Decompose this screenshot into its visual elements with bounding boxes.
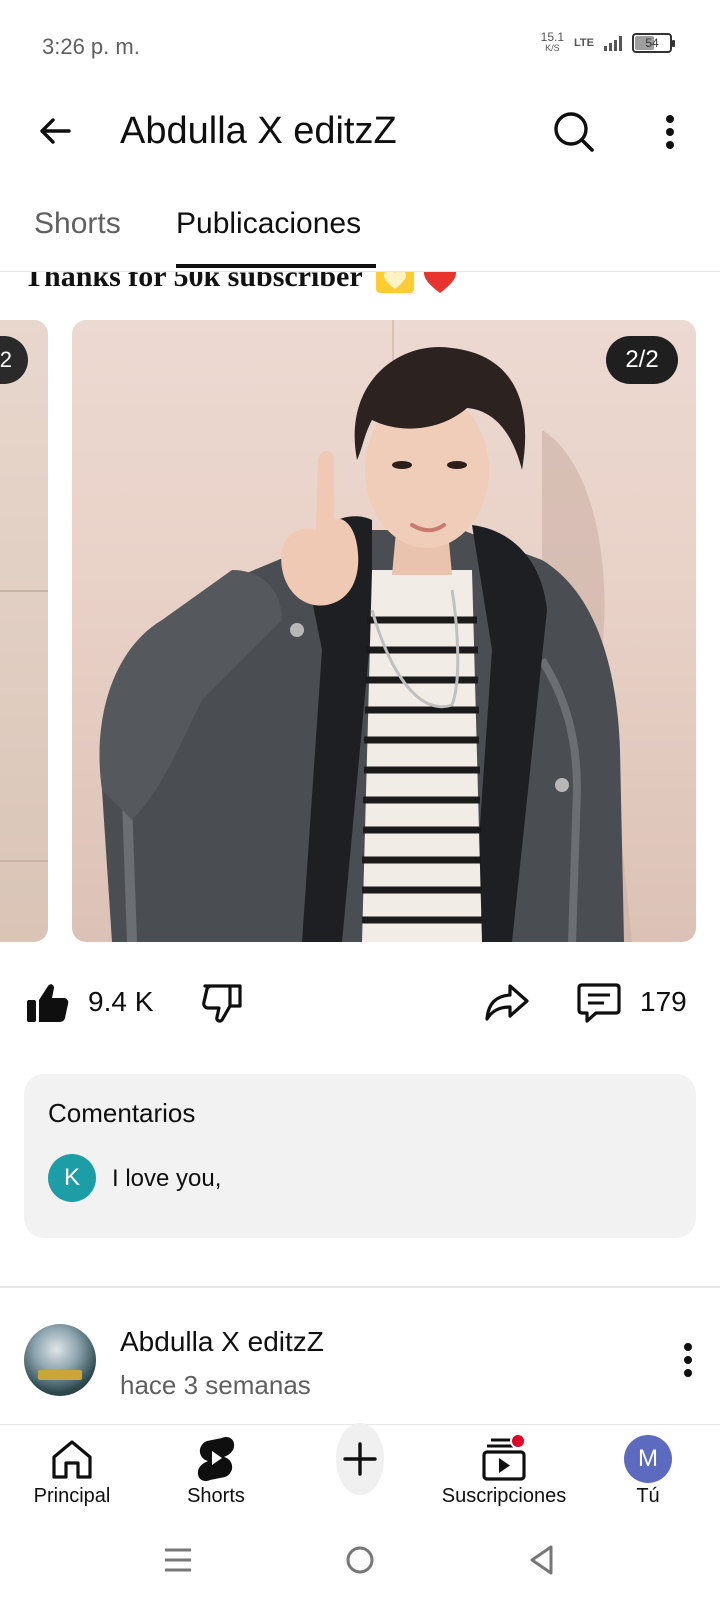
next-post-time: hace 3 semanas — [120, 1370, 311, 1400]
comment-count: 179 — [640, 986, 687, 1017]
back-button[interactable] — [32, 108, 78, 154]
channel-tabs: Shorts Publicaciones — [0, 186, 720, 272]
comments-button[interactable] — [576, 980, 624, 1028]
next-post-more-button[interactable] — [670, 1336, 706, 1384]
post-image[interactable]: 2/2 — [72, 320, 696, 942]
lte-indicator: LTE — [574, 37, 594, 49]
post-text-content: Thanks for 50k subscriber — [24, 272, 363, 293]
shorts-icon — [192, 1435, 240, 1483]
signal-icon — [604, 35, 622, 51]
image-counter-badge: 2/2 — [606, 336, 678, 384]
red-heart-icon — [424, 272, 457, 294]
comment-text: I love you, — [112, 1165, 222, 1192]
post-text-container: Thanks for 50k subscriber — [0, 272, 720, 302]
search-button[interactable] — [550, 108, 598, 156]
back-arrow-icon — [40, 118, 71, 144]
channel-title: Abdulla X editzZ — [120, 110, 397, 152]
channel-avatar[interactable] — [24, 1324, 96, 1396]
create-plus-icon — [336, 1423, 384, 1495]
search-icon — [554, 112, 594, 152]
more-vert-icon — [666, 115, 674, 149]
notification-dot — [510, 1433, 526, 1449]
person-photo-illustration — [99, 346, 632, 942]
home-system-button[interactable] — [336, 1536, 384, 1584]
image-carousel[interactable]: 2 2/2 — [0, 320, 720, 942]
dislike-button[interactable] — [200, 980, 248, 1028]
next-post-header: Abdulla X editzZ hace 3 semanas — [0, 1300, 720, 1424]
post-divider — [0, 1286, 720, 1288]
comments-title: Comentarios — [48, 1098, 196, 1128]
nav-create[interactable] — [288, 1423, 432, 1521]
recent-apps-button[interactable] — [154, 1536, 202, 1584]
like-count: 9.4 K — [88, 986, 154, 1017]
share-button[interactable] — [484, 980, 532, 1028]
like-button[interactable] — [24, 980, 70, 1026]
nav-label-principal: Principal — [33, 1485, 111, 1507]
bottom-navigation: Principal Shorts Suscripciones M Tú — [0, 1423, 720, 1521]
comment-icon — [577, 983, 621, 1023]
nav-suscripciones[interactable]: Suscripciones — [432, 1425, 576, 1521]
nav-label-suscripciones: Suscripciones — [441, 1485, 567, 1507]
tab-shorts[interactable]: Shorts — [34, 204, 121, 244]
status-bar: 3:26 p. m. 15.1 K/S LTE 54 — [0, 0, 720, 96]
subscriptions-icon — [480, 1433, 528, 1483]
account-avatar: M — [624, 1435, 672, 1483]
battery-level: 54 — [645, 36, 659, 50]
post-actions: 9.4 K 179 — [0, 972, 720, 1036]
yellow-heart-box-icon — [375, 272, 414, 294]
system-navigation — [0, 1520, 720, 1600]
more-vert-icon — [684, 1343, 692, 1377]
status-indicators: 15.1 K/S LTE 54 — [540, 30, 675, 54]
network-speed-unit: K/S — [545, 43, 560, 53]
next-post-channel-name[interactable]: Abdulla X editzZ — [120, 1326, 324, 1358]
triangle-back-icon — [530, 1545, 553, 1575]
more-options-button[interactable] — [650, 108, 690, 156]
menu-lines-icon — [165, 1548, 191, 1572]
active-tab-indicator — [176, 264, 376, 268]
nav-shorts[interactable]: Shorts — [144, 1425, 288, 1521]
nav-label-shorts: Shorts — [187, 1485, 245, 1507]
circle-home-icon — [346, 1546, 374, 1574]
network-speed-value: 15.1 — [540, 30, 565, 44]
nav-label-tu: Tú — [636, 1485, 660, 1507]
status-time: 3:26 p. m. — [42, 34, 140, 59]
back-system-button[interactable] — [518, 1536, 566, 1584]
comments-preview[interactable]: Comentarios K I love you, — [24, 1074, 696, 1238]
tab-publicaciones[interactable]: Publicaciones — [176, 204, 361, 244]
nav-tu[interactable]: M Tú — [576, 1425, 720, 1521]
nav-principal[interactable]: Principal — [0, 1425, 144, 1521]
home-icon — [48, 1435, 96, 1483]
thumbs-down-icon — [202, 984, 242, 1023]
thumbs-up-icon — [27, 984, 69, 1022]
previous-image[interactable] — [0, 320, 48, 942]
app-header: Abdulla X editzZ — [0, 96, 720, 166]
network-speed: 15.1 K/S — [540, 30, 565, 54]
battery-icon: 54 — [632, 33, 675, 53]
share-arrow-icon — [485, 984, 529, 1021]
account-avatar-letter: M — [624, 1435, 672, 1483]
post-text: Thanks for 50k subscriber — [24, 272, 457, 294]
commenter-avatar: K — [48, 1154, 96, 1202]
